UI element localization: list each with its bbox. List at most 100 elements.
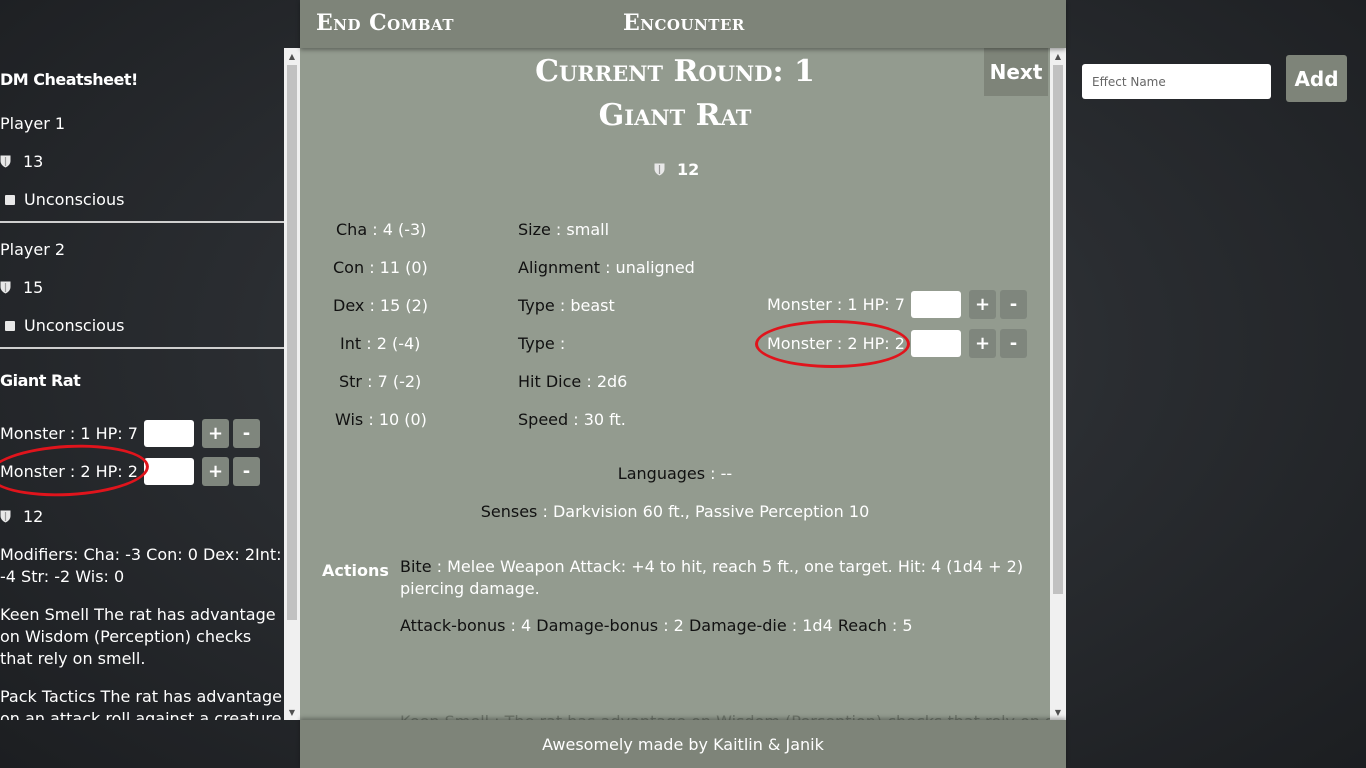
main-scrollbar-thumb[interactable] — [1053, 65, 1063, 594]
trait-alignment: Alignment : unaligned — [518, 258, 695, 277]
monster-group-ac-row: 12 — [0, 507, 43, 526]
monster-1-hp-input[interactable] — [911, 291, 961, 318]
trait-subtype: Type : — [518, 334, 565, 353]
ability-str: Str : 7 (-2) — [339, 372, 421, 391]
next-button[interactable]: Next — [984, 48, 1048, 96]
action-bite: Bite : Melee Weapon Attack: +4 to hit, r… — [400, 556, 1030, 600]
monster-modifiers: Modifiers: Cha: -3 Con: 0 Dex: 2Int: -4 … — [0, 545, 282, 586]
player-2-ac: 15 — [23, 278, 44, 297]
ability-value: : 11 (0) — [364, 258, 428, 277]
senses-value: : Darkvision 60 ft., Passive Perception … — [537, 502, 870, 521]
player-1-condition: Unconscious — [24, 190, 125, 209]
languages-value: : -- — [705, 464, 733, 483]
scroll-down-arrow-icon[interactable]: ▼ — [284, 704, 300, 720]
monster-1-plus-button[interactable]: + — [969, 290, 996, 319]
monster-2-hp-input[interactable] — [911, 330, 961, 357]
trait-label: Type — [518, 334, 555, 353]
ability-wis: Wis : 10 (0) — [335, 410, 427, 429]
monster-2-plus-button[interactable]: + — [969, 329, 996, 358]
ability-con: Con : 11 (0) — [333, 258, 428, 277]
add-effect-button[interactable]: Add — [1286, 55, 1347, 102]
sidebar-monster-2-minus-button[interactable]: - — [233, 457, 260, 486]
trait-speed: Speed : 30 ft. — [518, 410, 626, 429]
end-combat-button[interactable]: End Combat — [316, 10, 454, 36]
monster-2-minus-button[interactable]: - — [1000, 329, 1027, 358]
creature-name: Giant Rat — [598, 98, 752, 133]
attack-bonus-label: Attack-bonus — [400, 616, 506, 635]
sidebar-monster-1-minus-button[interactable]: - — [233, 419, 260, 448]
scroll-down-arrow-icon[interactable]: ▼ — [1050, 704, 1066, 720]
sidebar-monster-2-plus-button[interactable]: + — [202, 457, 229, 486]
actions-label: Actions — [322, 561, 389, 580]
monster-1-label: Monster : 1 HP: 7 — [767, 295, 905, 314]
trait-label: Type — [518, 296, 555, 315]
player-2-name: Player 2 — [0, 240, 66, 259]
sidebar-monster-2-row: Monster : 2 HP: 2 + - — [0, 457, 260, 486]
sidebar-monster-1-label: Monster : 1 HP: 7 — [0, 424, 138, 443]
ability-label: Con — [333, 258, 365, 277]
sidebar[interactable]: DM Cheatsheet! Player 1 13 Unconscious P… — [0, 48, 300, 720]
ability-value: : 2 (-4) — [361, 334, 421, 353]
trait-value: : unaligned — [599, 258, 695, 277]
monster-group-ac: 12 — [23, 507, 44, 526]
damage-bonus-value: : 2 — [658, 616, 689, 635]
sidebar-monster-1-plus-button[interactable]: + — [202, 419, 229, 448]
action-name: Bite — [400, 557, 432, 576]
sidebar-title: DM Cheatsheet! — [0, 70, 138, 89]
trait-value: : beast — [554, 296, 615, 315]
monster-group-name: Giant Rat — [0, 371, 81, 390]
damage-die-value: : 1d4 — [786, 616, 838, 635]
player-2-condition: Unconscious — [24, 316, 125, 335]
shield-icon — [0, 155, 11, 168]
trait-value: : small — [550, 220, 610, 239]
action-description: : Melee Weapon Attack: +4 to hit, reach … — [400, 557, 1024, 598]
reach-label: Reach — [837, 616, 887, 635]
ability-int: Int : 2 (-4) — [340, 334, 420, 353]
ability-label: Wis — [335, 410, 364, 429]
keen-smell-text: Keen Smell The rat has advantage on Wisd… — [0, 605, 276, 668]
unconscious-checkbox[interactable] — [5, 194, 15, 205]
trait-label: Size — [518, 220, 551, 239]
sidebar-monster-2-label: Monster : 2 HP: 2 — [0, 462, 138, 481]
senses: Senses : Darkvision 60 ft., Passive Perc… — [300, 502, 1050, 521]
ability-label: Cha — [336, 220, 368, 239]
creature-ac: 12 — [677, 160, 700, 179]
creature-ac-row: 12 — [654, 160, 699, 179]
shield-icon — [654, 163, 665, 176]
effect-name-input[interactable] — [1082, 64, 1271, 99]
player-2-condition-row[interactable]: Unconscious — [0, 316, 124, 335]
monster-1-row: Monster : 1 HP: 7 + - — [767, 290, 1027, 319]
divider — [0, 221, 284, 223]
damage-die-label: Damage-die — [688, 616, 787, 635]
action-stats: Attack-bonus : 4 Damage-bonus : 2 Damage… — [400, 616, 913, 635]
scroll-up-arrow-icon[interactable]: ▲ — [284, 48, 300, 64]
player-1-name: Player 1 — [0, 114, 66, 133]
trait-size: Size : small — [518, 220, 609, 239]
divider — [0, 347, 284, 349]
footer-credit: Awesomely made by Kaitlin & Janik — [542, 734, 824, 754]
sidebar-scrollbar-thumb[interactable] — [287, 65, 297, 620]
trait-label: Hit Dice — [518, 372, 582, 391]
trait-label: Speed — [518, 410, 569, 429]
ability-value: : 7 (-2) — [362, 372, 422, 391]
sidebar-monster-2-hp-input[interactable] — [144, 458, 194, 485]
sidebar-monster-1-hp-input[interactable] — [144, 420, 194, 447]
current-round: Current Round: 1 — [535, 54, 815, 89]
ability-cha: Cha : 4 (-3) — [336, 220, 426, 239]
trait-label: Alignment — [518, 258, 600, 277]
trait-value: : — [554, 334, 566, 353]
monster-2-label: Monster : 2 HP: 2 — [767, 334, 905, 353]
trait-type: Type : beast — [518, 296, 615, 315]
unconscious-checkbox[interactable] — [5, 320, 15, 331]
pack-tactics-text: Pack Tactics The rat has advantage on an… — [0, 687, 282, 720]
scroll-up-arrow-icon[interactable]: ▲ — [1050, 48, 1066, 64]
reach-value: : 5 — [886, 616, 913, 635]
monster-1-minus-button[interactable]: - — [1000, 290, 1027, 319]
trait-hit-dice: Hit Dice : 2d6 — [518, 372, 627, 391]
ability-label: Str — [339, 372, 363, 391]
shield-icon — [0, 510, 11, 523]
encounter-panel: Current Round: 1 Giant Rat Next 12 Cha :… — [300, 48, 1066, 720]
player-1-condition-row[interactable]: Unconscious — [0, 190, 124, 209]
player-2-ac-row: 15 — [0, 278, 43, 297]
player-1-ac: 13 — [23, 152, 44, 171]
